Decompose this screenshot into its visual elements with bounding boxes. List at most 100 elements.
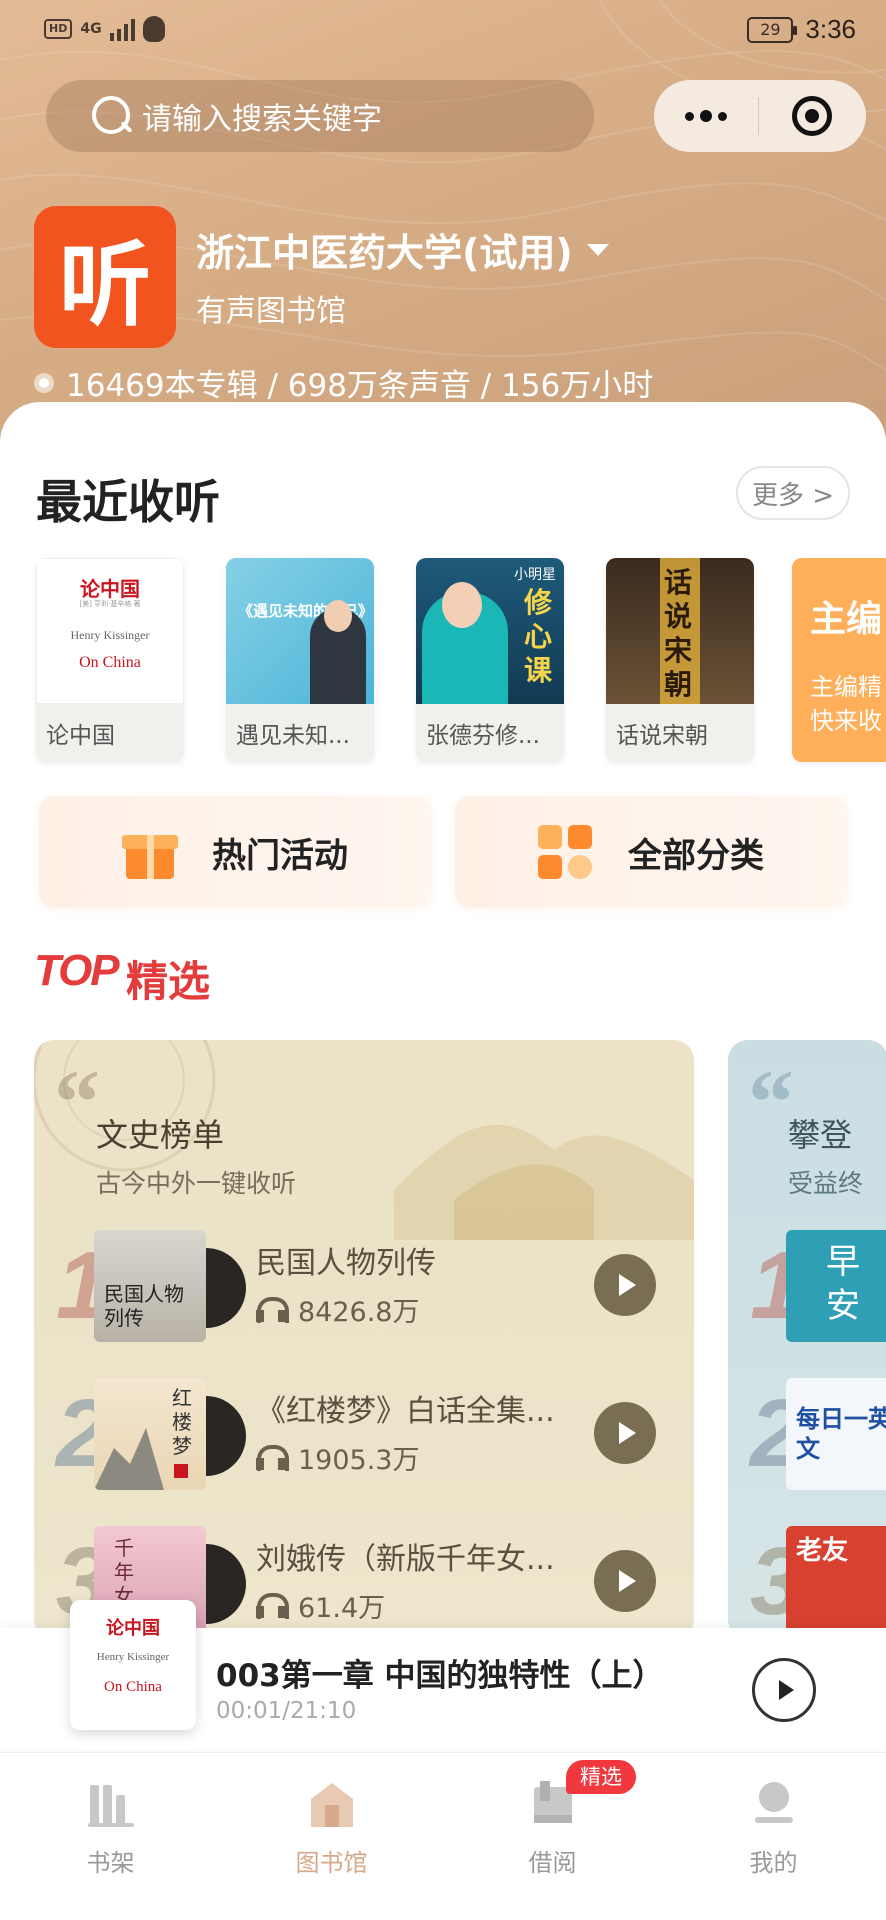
player-progress-time: 00:01/21:10: [216, 1698, 357, 1724]
recent-item-label: 遇见未知...: [236, 723, 350, 749]
ranking-row[interactable]: 1 早安: [728, 1230, 886, 1350]
quote-icon: “: [54, 1051, 100, 1153]
play-button[interactable]: [594, 1254, 656, 1316]
book-cover: 话说宋朝: [606, 558, 754, 704]
recent-item-label: 张德芬修...: [426, 723, 540, 749]
promo-line: 主编精: [810, 673, 882, 701]
tab-label: 借阅: [528, 1849, 577, 1877]
rank-title: 民国人物列传: [256, 1246, 436, 1281]
battery-icon: 29: [747, 16, 798, 43]
library-logo: 听: [34, 206, 176, 348]
tab-label: 图书馆: [295, 1849, 368, 1877]
chevron-down-icon: [586, 243, 609, 256]
play-button[interactable]: [594, 1402, 656, 1464]
search-bar[interactable]: 请输入搜索关键字: [46, 80, 594, 152]
recent-item-label: 论中国: [46, 723, 115, 749]
rank-cover-text: 老友: [796, 1536, 849, 1566]
all-categories-label: 全部分类: [628, 835, 764, 876]
play-icon: [619, 1422, 636, 1444]
rank-cover-text: 千年女: [114, 1536, 134, 1608]
play-count: 61.4万: [298, 1593, 386, 1624]
tab-profile[interactable]: 我的: [663, 1753, 884, 1920]
recent-more-button[interactable]: 更多 >: [736, 466, 850, 520]
target-icon: [792, 96, 832, 136]
player-play-button[interactable]: [752, 1658, 816, 1722]
recent-item[interactable]: 《遇见未知的自己》 遇见未知...: [226, 558, 374, 762]
promo-card[interactable]: 主编 主编精 快来收: [792, 558, 886, 762]
library-stats-text: 16469本专辑 / 698万条声音 / 156万小时: [66, 368, 654, 404]
player-cover-title: 论中国: [106, 1618, 160, 1639]
player-cover-author: Henry Kissinger: [96, 1651, 170, 1663]
gift-icon: [122, 825, 178, 879]
status-time: 3:36: [805, 14, 856, 44]
cover-author: [美] 亨利·基辛格 著: [79, 600, 141, 608]
rank-plays: 61.4万: [256, 1586, 385, 1625]
recent-item[interactable]: 论中国 [美] 亨利·基辛格 著 Henry Kissinger On Chin…: [36, 558, 184, 762]
category-grid-icon: [538, 825, 594, 879]
library-name: 浙江中医药大学(试用): [196, 231, 573, 275]
book-cover: 论中国 [美] 亨利·基辛格 著 Henry Kissinger On Chin…: [36, 558, 184, 704]
all-categories-button[interactable]: 全部分类: [454, 796, 848, 908]
rank-cover: 老友: [786, 1526, 886, 1638]
ranking-row[interactable]: 2 红楼梦 《红楼梦》白话全集... 1905.3万: [34, 1378, 694, 1498]
panel-title: 文史榜单: [96, 1116, 225, 1154]
library-stats: 16469本专辑 / 698万条声音 / 156万小时: [34, 360, 653, 405]
hd-indicator: HD: [44, 19, 73, 39]
library-subtitle: 有声图书馆: [196, 294, 346, 329]
cover-title-en: On China: [79, 654, 141, 671]
close-miniprogram-button[interactable]: [759, 96, 865, 136]
play-icon: [779, 1680, 794, 1700]
cover-author-en: Henry Kissinger: [70, 628, 150, 642]
rank-title: 刘娥传（新版千年女...: [256, 1542, 555, 1577]
rank-cover-text: 每日一英文: [796, 1405, 886, 1463]
search-placeholder: 请输入搜索关键字: [142, 102, 382, 137]
panel-subtitle: 古今中外一键收听: [96, 1169, 297, 1198]
ranking-row[interactable]: 3 老友: [728, 1526, 886, 1640]
cover-brand: 小明星: [514, 567, 556, 583]
tab-label: 书架: [86, 1849, 135, 1877]
stats-dot-icon: [34, 372, 54, 393]
play-button[interactable]: [594, 1550, 656, 1612]
rank-plays: 1905.3万: [256, 1438, 419, 1477]
search-icon: [90, 94, 134, 138]
cover-title: 话说宋朝: [664, 566, 693, 701]
promo-title: 主编: [810, 599, 883, 640]
recent-item[interactable]: 话说宋朝 话说宋朝: [606, 558, 754, 762]
rank-cover: 每日一英文: [786, 1378, 886, 1490]
status-bar: HD 4G 29 3:36: [0, 0, 886, 62]
top-logo: TOP: [34, 946, 120, 995]
recent-item[interactable]: 小明星 修心课 张德芬修...: [416, 558, 564, 762]
player-cover-en-title: On China: [104, 1679, 162, 1695]
tab-label: 我的: [749, 1849, 798, 1877]
ranking-row[interactable]: 2 每日一英文: [728, 1378, 886, 1498]
ranking-row[interactable]: 1 民国人物列传 民国人物列传 8426.8万: [34, 1230, 694, 1350]
play-count: 8426.8万: [298, 1297, 420, 1328]
ranking-panel-climb[interactable]: “ 攀登 受益终 1 早安 2 每日一英文 3 老友: [728, 1040, 886, 1640]
featured-badge: 精选: [566, 1760, 636, 1794]
cover-title: 论中国: [80, 577, 140, 601]
ranking-panel-history[interactable]: “ 文史榜单 古今中外一键收听 1 民国人物列传 民国人物列传 8426.8万 …: [34, 1040, 694, 1640]
network-type: 4G: [80, 21, 102, 37]
profile-icon: [755, 1782, 793, 1823]
player-track-title: 003第一章 中国的独特性（上）: [216, 1658, 664, 1694]
recent-section-title: 最近收听: [36, 475, 220, 529]
top-section-title: 精选: [126, 957, 211, 1006]
hot-activities-button[interactable]: 热门活动: [38, 796, 432, 908]
play-count: 1905.3万: [298, 1445, 420, 1476]
tab-library[interactable]: 图书馆: [221, 1753, 442, 1920]
miniprogram-capsule: [654, 80, 866, 152]
cover-face: [442, 582, 482, 628]
qq-notification-icon: [142, 16, 165, 42]
book-cover: 《遇见未知的自己》: [226, 558, 374, 704]
promo-text: 主编精 快来收: [810, 670, 882, 738]
library-house-icon: [311, 1783, 353, 1827]
rank-cover-text: 民国人物列传: [104, 1282, 184, 1330]
panel-title: 攀登: [788, 1116, 853, 1154]
tab-bookshelf[interactable]: 书架: [0, 1753, 221, 1920]
book-cover: 小明星 修心课: [416, 558, 564, 704]
recent-item-label: 话说宋朝: [616, 723, 708, 749]
cover-title: 修心课: [524, 586, 553, 687]
library-switcher[interactable]: 浙江中医药大学(试用): [196, 222, 609, 277]
more-options-button[interactable]: [654, 110, 758, 122]
player-cover[interactable]: 论中国 Henry Kissinger On China: [70, 1600, 196, 1730]
